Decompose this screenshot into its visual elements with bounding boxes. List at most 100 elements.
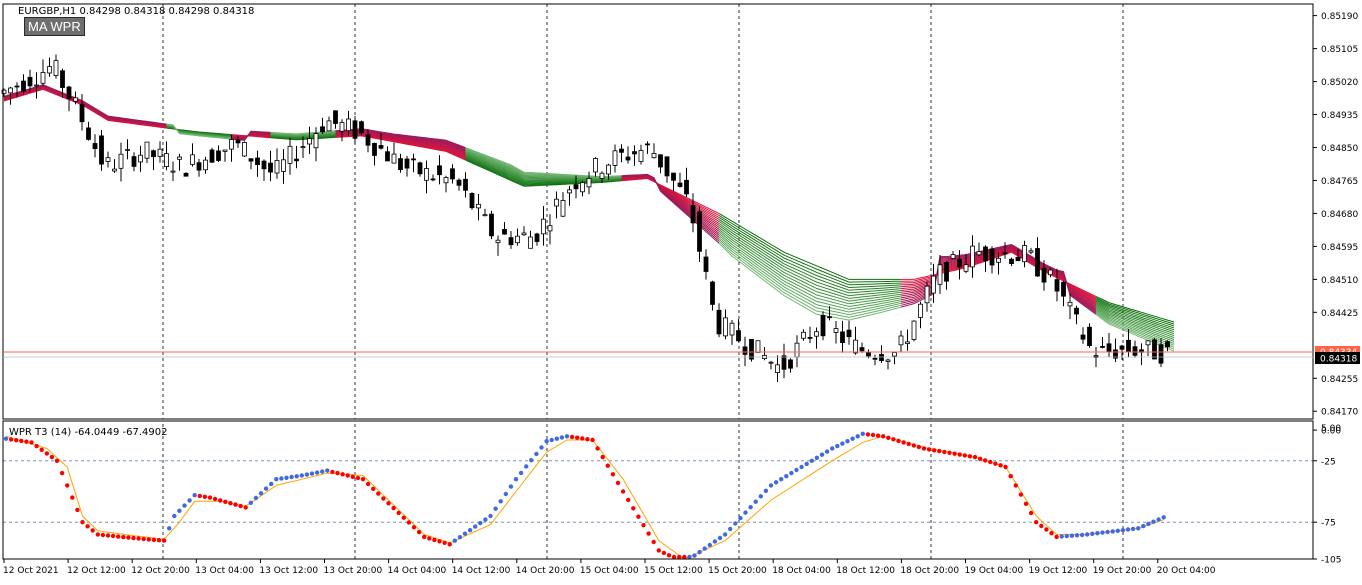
candle-body-18 [118, 153, 124, 169]
candle-body-160 [1041, 267, 1047, 283]
time-tick-label-12: 18 Oct 04:00 [772, 566, 831, 576]
wpr-dot-64 [330, 469, 335, 475]
wpr-dot-182 [932, 448, 937, 453]
wpr-dot-15 [80, 520, 85, 525]
candle-body-178 [1158, 344, 1164, 364]
wpr-dot-110 [564, 434, 570, 439]
candle-body-143 [931, 275, 936, 294]
candle-body-88 [573, 184, 579, 190]
candle-body-54 [352, 120, 358, 139]
wpr-dot-142 [728, 526, 733, 532]
wpr-top-label: 5.00 [1321, 424, 1341, 434]
wpr-dot-56 [289, 474, 294, 480]
candle-body-125 [814, 331, 819, 337]
wpr-dot-130 [666, 553, 672, 558]
candle-body-140 [911, 320, 917, 340]
wpr-dot-53 [274, 477, 279, 482]
candle-body-109 [710, 281, 715, 305]
candle-body-155 [1009, 258, 1014, 265]
candle-body-128 [833, 328, 839, 333]
wpr-dot-185 [947, 450, 952, 455]
price-chart[interactable]: 0.85190 0.85105 0.85020 0.84935 0.84850 0.847… [0, 0, 1362, 581]
candle-body-122 [794, 342, 800, 358]
wpr-dot-89 [457, 535, 463, 540]
candle-body-79 [515, 235, 520, 244]
candle-body-40 [261, 160, 267, 170]
wpr-dot-194 [993, 461, 998, 466]
wpr-dot-60 [309, 471, 315, 476]
wpr-dot-63 [325, 468, 330, 473]
candle-body-107 [697, 211, 702, 252]
wpr-dot-101 [518, 470, 524, 476]
candle-body-158 [1028, 250, 1034, 253]
wpr-dot-183 [937, 448, 942, 454]
wpr-dot-65 [335, 470, 340, 476]
candle-body-5 [34, 84, 39, 87]
wpr-dot-186 [952, 451, 957, 456]
candle-body-25 [164, 153, 169, 168]
wpr-dot-85 [437, 539, 442, 544]
candle-body-126 [820, 314, 826, 337]
candle-body-163 [1061, 281, 1066, 297]
candle-body-113 [736, 330, 741, 342]
price-tick-label-8: 0.84510 [1321, 276, 1358, 286]
candle-body-87 [567, 189, 572, 194]
wpr-dot-213 [1090, 531, 1095, 536]
wpr-dot-109 [559, 435, 565, 440]
wpr-dot-162 [830, 446, 835, 451]
wpr-dot-141 [722, 532, 728, 537]
wpr-dot-123 [631, 506, 636, 511]
wpr-dot-148 [758, 494, 763, 499]
candle-body-75 [489, 213, 494, 237]
time-tick-label-10: 15 Oct 12:00 [644, 566, 703, 576]
candle-body-164 [1067, 301, 1073, 307]
candle-body-153 [996, 257, 1001, 263]
candle-body-27 [177, 156, 182, 160]
time-tick-label-9: 15 Oct 04:00 [580, 566, 639, 576]
wpr-dot-139 [712, 539, 718, 544]
wpr-dot-47 [243, 505, 248, 510]
candle-body-21 [138, 154, 143, 163]
candle-body-115 [749, 338, 754, 360]
wpr-dot-170 [870, 432, 876, 438]
wpr-dot-143 [733, 521, 738, 526]
wpr-dot-210 [1074, 533, 1080, 538]
candle-body-10 [66, 86, 72, 100]
wpr-dot-108 [554, 436, 559, 441]
wpr-dot-174 [891, 437, 896, 442]
time-tick-label-5: 13 Oct 20:00 [324, 566, 383, 576]
wpr-dot-165 [845, 439, 850, 444]
time-tick-label-11: 15 Oct 20:00 [708, 566, 767, 576]
candle-body-135 [879, 354, 884, 361]
candle-body-69 [450, 168, 455, 180]
wpr-dot-203 [1039, 523, 1044, 529]
candle-body-148 [963, 264, 969, 272]
current-price-label: 0.84318 [1320, 355, 1357, 365]
wpr-dot-209 [1069, 533, 1075, 538]
candle-body-136 [885, 359, 891, 362]
wpr-dot-147 [753, 499, 758, 504]
wpr-dot-11 [59, 470, 65, 476]
time-tick-label-1: 12 Oct 12:00 [67, 566, 126, 576]
wpr-dot-118 [605, 463, 610, 468]
wpr-dot-86 [442, 540, 447, 545]
wpr-dot-129 [661, 550, 667, 556]
chart-window[interactable]: 0.85190 0.85105 0.85020 0.84935 0.84850 0.847… [0, 0, 1362, 581]
wpr-dot-5 [29, 440, 34, 445]
wpr-dot-124 [636, 514, 641, 519]
candle-body-61 [398, 158, 403, 171]
wpr-dot-25 [131, 535, 136, 541]
wpr-dot-18 [95, 532, 101, 537]
candle-body-42 [274, 159, 280, 174]
candle-body-22 [144, 141, 150, 159]
wpr-dot-160 [819, 452, 825, 457]
indicator-badge[interactable]: MA WPR [24, 17, 85, 36]
candle-body-51 [333, 110, 338, 124]
candle-body-170 [1106, 343, 1112, 352]
candle-body-70 [456, 179, 462, 186]
candle-body-38 [248, 158, 254, 162]
wpr-dot-87 [447, 542, 452, 547]
wpr-dot-22 [116, 534, 121, 539]
wpr-dot-122 [626, 497, 631, 503]
candle-body-112 [729, 322, 735, 336]
